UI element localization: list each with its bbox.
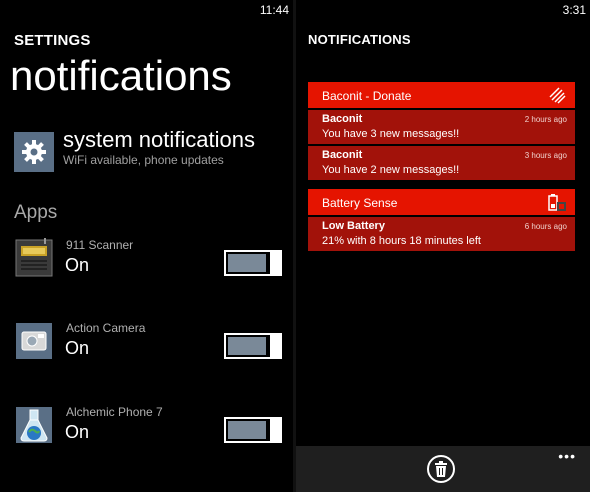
notification-time: 6 hours ago [524,222,567,231]
app-state: On [65,338,90,358]
notification-item[interactable]: Baconit 2 hours ago You have 3 new messa… [308,110,575,144]
group-title: Battery Sense [322,196,398,210]
notification-time: 3 hours ago [524,151,567,160]
notification-title: Baconit [322,149,363,161]
app-bar: ••• [296,446,590,492]
system-notifications-item[interactable]: system notifications WiFi available, pho… [14,128,284,172]
gear-icon [14,132,54,172]
system-notifications-title: system notifications [63,127,255,152]
more-options-button[interactable]: ••• [558,448,576,464]
notification-title: Baconit [322,113,363,125]
apps-header: Apps [14,202,58,223]
app-state: On [65,422,90,442]
notification-title: Low Battery [322,220,385,232]
page-title: notifications [10,52,232,99]
section-label: NOTIFICATIONS [308,32,411,47]
app-item-911-scanner[interactable]: 911 Scanner On [14,238,284,288]
section-label: SETTINGS [14,32,91,49]
app-item-action-camera[interactable]: Action Camera On [14,321,284,371]
notification-item[interactable]: Baconit 3 hours ago You have 2 new messa… [308,146,575,180]
notification-item[interactable]: Low Battery 6 hours ago 21% with 8 hours… [308,217,575,251]
notification-body: You have 3 new messages!! [322,128,460,140]
notification-group-battery-sense: Battery Sense Low Battery 6 hours ago 21… [308,189,575,251]
flask-globe-icon [14,405,54,445]
app-name: Alchemic Phone 7 [66,405,163,419]
settings-screen: 11:44 SETTINGS notifications system noti… [0,0,293,492]
group-header[interactable]: Baconit - Donate [308,82,575,108]
notification-toggle[interactable] [224,333,282,359]
app-state: On [65,255,90,275]
group-title: Baconit - Donate [322,89,412,103]
app-item-alchemic-phone-7[interactable]: Alchemic Phone 7 On [14,405,284,455]
notification-body: 21% with 8 hours 18 minutes left [322,235,481,247]
app-name: Action Camera [66,321,146,335]
status-clock: 11:44 [259,3,289,17]
system-notifications-subtitle: WiFi available, phone updates [63,153,224,167]
notification-body: You have 2 new messages!! [322,164,460,176]
notification-toggle[interactable] [224,417,282,443]
trash-icon[interactable] [427,455,455,483]
battery-icon [547,192,567,212]
notification-group-baconit: Baconit - Donate Baconit 2 hours ago You… [308,82,575,180]
scanner-radio-icon [14,238,54,278]
group-header[interactable]: Battery Sense [308,189,575,215]
baconit-stripes-icon [547,85,567,105]
notifications-screen: 3:31 NOTIFICATIONS Baconit - Donate Baco… [296,0,590,492]
notification-toggle[interactable] [224,250,282,276]
status-clock: 3:31 [562,3,586,17]
app-name: 911 Scanner [66,238,134,252]
camera-icon [14,321,54,361]
notification-time: 2 hours ago [524,115,567,124]
